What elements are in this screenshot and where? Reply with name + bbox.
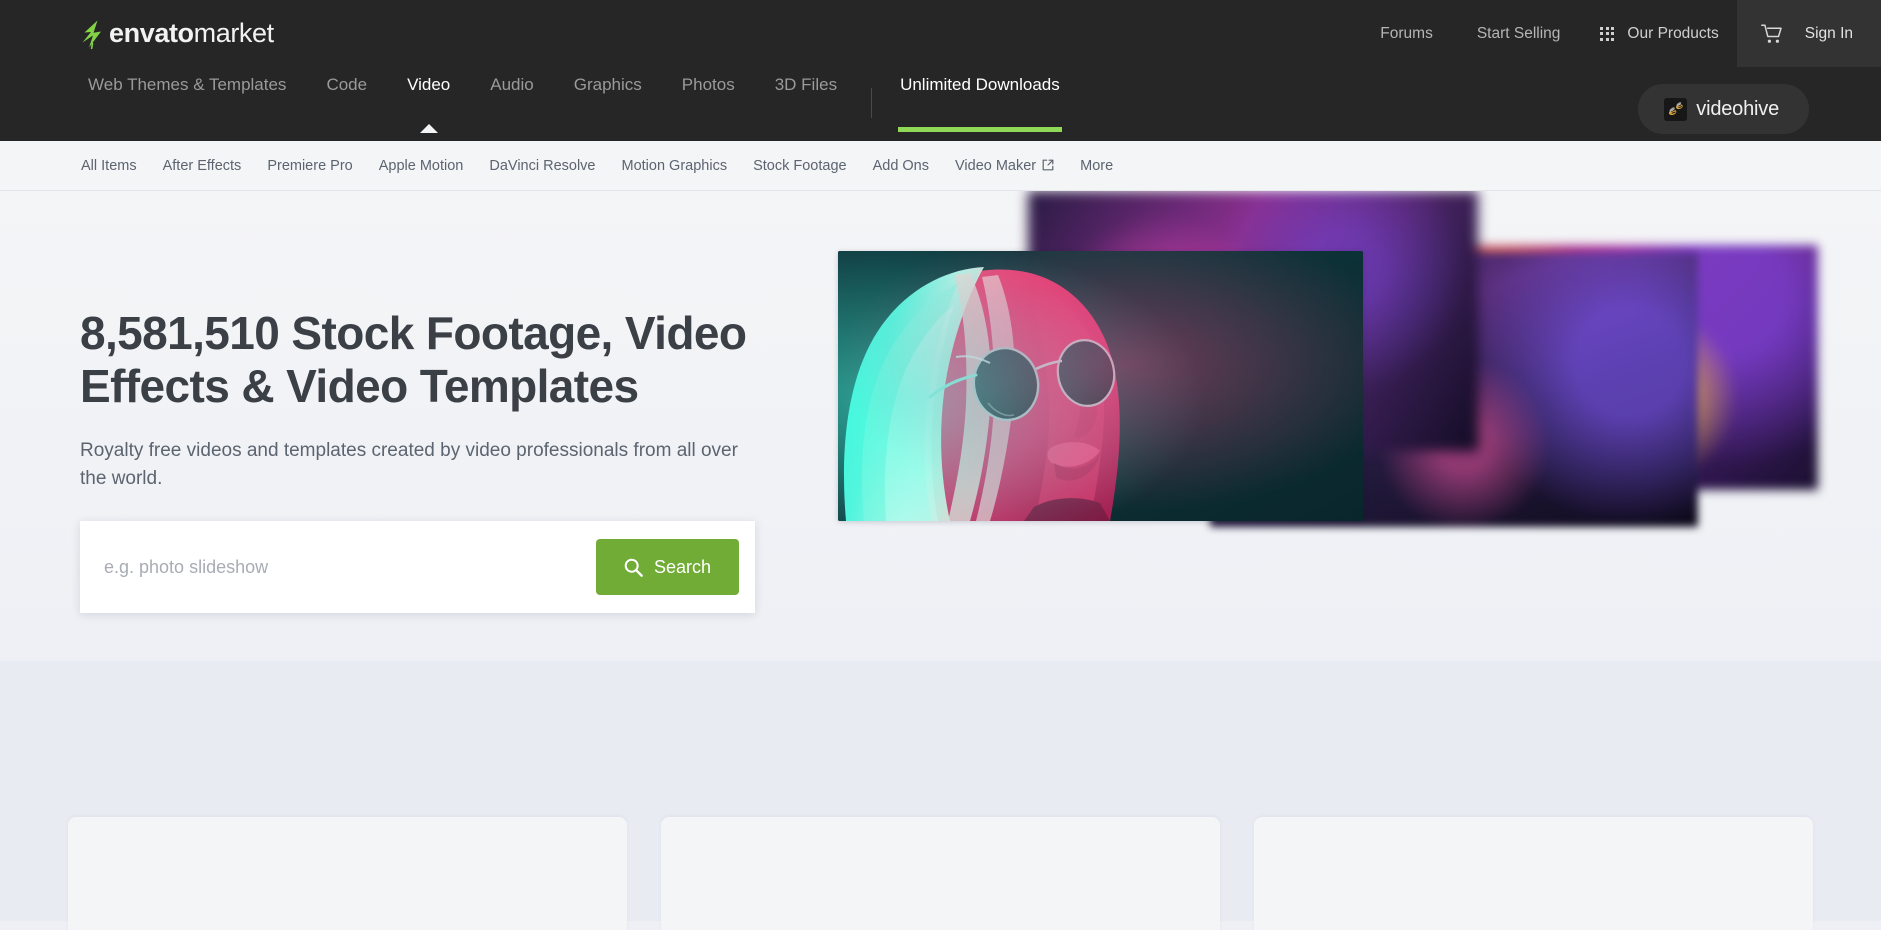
subnav-item-more[interactable]: More	[1067, 158, 1126, 174]
videohive-brand-pill[interactable]: videohive	[1638, 84, 1809, 134]
nav-item-unlimited-downloads[interactable]: Unlimited Downloads	[886, 75, 1074, 132]
item-card[interactable]	[661, 817, 1220, 930]
search-input[interactable]	[104, 547, 596, 587]
item-card[interactable]	[1254, 817, 1813, 930]
nav-label: Unlimited Downloads	[900, 74, 1060, 94]
hero-thumbnail-collage	[838, 191, 1881, 661]
item-card[interactable]	[68, 817, 627, 930]
subnav-item-apple-motion[interactable]: Apple Motion	[366, 158, 477, 174]
subnav-item-after-effects[interactable]: After Effects	[150, 158, 255, 174]
page-title: 8,581,510 Stock Footage, Video Effects &…	[80, 307, 747, 412]
apps-grid-icon	[1600, 26, 1615, 41]
our-products-menu[interactable]: Our Products	[1582, 0, 1736, 67]
nav-label: Web Themes & Templates	[88, 74, 287, 94]
nav-label: Photos	[681, 74, 735, 94]
hero-section: 8,581,510 Stock Footage, Video Effects &…	[0, 191, 1881, 661]
external-link-icon	[1042, 159, 1054, 170]
our-products-label: Our Products	[1627, 24, 1719, 42]
subnav-item-premiere-pro[interactable]: Premiere Pro	[254, 158, 365, 174]
hero-copy: 8,581,510 Stock Footage, Video Effects &…	[80, 307, 780, 494]
subnav-label: Stock Footage	[753, 157, 847, 174]
subnav-label: Video Maker	[955, 157, 1037, 174]
nav-item-code[interactable]: Code	[306, 75, 387, 132]
neon-portrait-illustration	[838, 251, 1363, 521]
envato-leaf-icon	[82, 20, 101, 49]
nav-item-video[interactable]: Video	[387, 74, 470, 133]
items-grid-strip	[0, 661, 1881, 930]
subnav-label: All Items	[81, 157, 137, 174]
subnav-label: Premiere Pro	[267, 157, 353, 174]
logo-wordmark: envatomarket	[109, 20, 274, 47]
subnav-item-video-maker[interactable]: Video Maker	[942, 158, 1067, 174]
hero-subtitle: Royalty free videos and templates create…	[80, 439, 738, 490]
logo-market: market	[193, 18, 275, 48]
search-bar: Search	[80, 521, 755, 613]
shopping-cart-icon	[1760, 23, 1782, 43]
nav-label: Code	[326, 74, 368, 94]
primary-category-nav: Web Themes & Templates Code Video Audio …	[0, 67, 1881, 141]
videohive-label: videohive	[1696, 98, 1779, 120]
topnav-link-start-selling[interactable]: Start Selling	[1455, 0, 1583, 67]
primary-category-nav-items: Web Themes & Templates Code Video Audio …	[68, 75, 1074, 133]
search-button[interactable]: Search	[595, 539, 739, 595]
subnav-item-all-items[interactable]: All Items	[68, 158, 150, 174]
nav-label: Audio	[490, 74, 534, 94]
sign-in-label: Sign In	[1804, 24, 1853, 42]
bee-icon	[1664, 97, 1688, 121]
nav-item-audio[interactable]: Audio	[470, 75, 553, 132]
search-icon	[624, 558, 643, 577]
subnav-item-add-ons[interactable]: Add Ons	[860, 158, 942, 174]
subnav-label: DaVinci Resolve	[489, 157, 596, 174]
subnav-item-motion-graphics[interactable]: Motion Graphics	[609, 158, 741, 174]
subnav-label: More	[1080, 157, 1114, 174]
envato-market-logo[interactable]: envatomarket	[80, 14, 274, 54]
nav-label: Graphics	[573, 74, 642, 94]
nav-item-photos[interactable]: Photos	[662, 75, 755, 132]
nav-item-3d-files[interactable]: 3D Files	[755, 75, 857, 132]
hero-thumb-featured[interactable]	[838, 251, 1363, 521]
items-grid-row	[68, 817, 1813, 930]
subnav-label: Motion Graphics	[621, 157, 728, 174]
subnav-item-stock-footage[interactable]: Stock Footage	[740, 158, 860, 174]
subnav-label: After Effects	[162, 157, 242, 174]
top-utility-nav: Forums Start Selling Our Products Sign I…	[1358, 0, 1881, 67]
topnav-link-forums[interactable]: Forums	[1358, 0, 1455, 67]
subnav-item-davinci-resolve[interactable]: DaVinci Resolve	[476, 158, 608, 174]
active-tab-caret-icon	[419, 123, 438, 133]
nav-label: Video	[407, 74, 451, 94]
nav-item-graphics[interactable]: Graphics	[554, 75, 662, 132]
unlimited-downloads-underline	[898, 126, 1062, 132]
subnav-label: Apple Motion	[378, 157, 464, 174]
sign-in-button[interactable]: Sign In	[1736, 0, 1881, 67]
nav-item-web-themes-templates[interactable]: Web Themes & Templates	[68, 75, 306, 132]
top-utility-bar: envatomarket Forums Start Selling Our Pr…	[0, 0, 1881, 67]
search-button-label: Search	[653, 556, 711, 577]
subnav-label: Add Ons	[872, 157, 929, 174]
logo-envato: envato	[109, 18, 194, 48]
nav-label: 3D Files	[774, 74, 838, 94]
video-subcategory-nav: All Items After Effects Premiere Pro App…	[0, 141, 1881, 191]
nav-divider	[871, 88, 873, 118]
